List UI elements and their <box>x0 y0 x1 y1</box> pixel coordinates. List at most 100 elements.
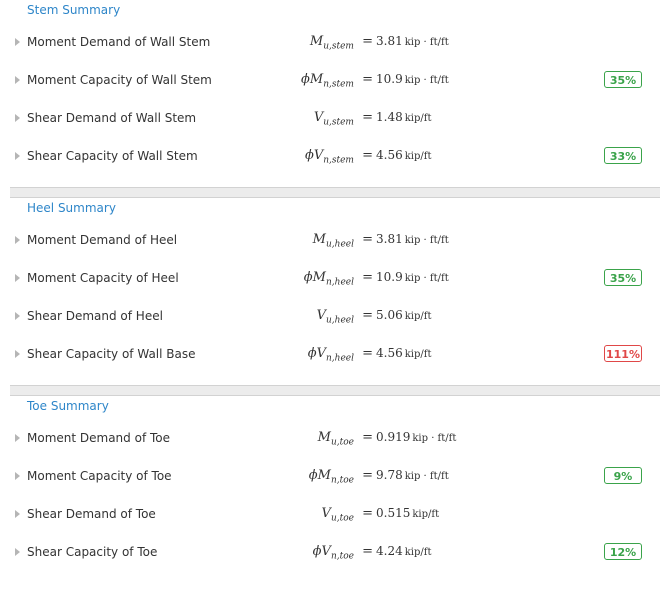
variable-symbol: M <box>317 468 331 483</box>
row-label: Shear Demand of Heel <box>27 309 163 323</box>
summary-row[interactable]: Moment Demand of Heel Mu,heel = 3.81 kip … <box>0 231 662 251</box>
summary-row[interactable]: Shear Capacity of Wall Stem ϕVn,stem = 4… <box>0 147 662 167</box>
section-divider <box>10 187 660 198</box>
summary-row[interactable]: Moment Capacity of Wall Stem ϕMn,stem = … <box>0 71 662 91</box>
stem-summary-section: Stem Summary Moment Demand of Wall Stem … <box>0 0 662 187</box>
row-formula: ϕVn,heel = <box>307 346 373 364</box>
row-value: 0.919 kip · ft/ft <box>376 430 456 444</box>
row-label: Moment Demand of Toe <box>27 431 170 445</box>
chevron-right-icon[interactable] <box>15 350 20 358</box>
chevron-right-icon[interactable] <box>15 76 20 84</box>
value-unit: kip/ft <box>404 547 432 558</box>
value-number: 3.81 <box>376 34 403 48</box>
value-unit: kip · ft/ft <box>404 75 449 86</box>
variable-subscript: n,stem <box>323 155 354 166</box>
variable-symbol: V <box>313 148 324 163</box>
chevron-right-icon[interactable] <box>15 236 20 244</box>
chevron-right-icon[interactable] <box>15 548 20 556</box>
value-unit: kip · ft/ft <box>404 273 449 284</box>
row-label: Moment Demand of Heel <box>27 233 178 247</box>
summary-row[interactable]: Moment Capacity of Toe ϕMn,toe = 9.78 kip… <box>0 467 662 487</box>
summary-row[interactable]: Shear Capacity of Wall Base ϕVn,heel = 4… <box>0 345 662 365</box>
variable-symbol: V <box>316 308 326 323</box>
value-unit: kip · ft/ft <box>404 37 449 48</box>
variable-symbol: M <box>317 430 331 445</box>
value-unit: kip/ft <box>404 151 432 162</box>
toe-summary-section: Toe Summary Moment Demand of Toe Mu,toe … <box>0 396 662 583</box>
row-value: 3.81 kip · ft/ft <box>376 232 449 246</box>
variable-symbol: V <box>321 544 331 559</box>
chevron-right-icon[interactable] <box>15 312 20 320</box>
chevron-right-icon[interactable] <box>15 472 20 480</box>
row-label: Moment Capacity of Heel <box>27 271 179 285</box>
row-label: Moment Capacity of Wall Stem <box>27 73 212 87</box>
value-unit: kip · ft/ft <box>404 471 449 482</box>
chevron-right-icon[interactable] <box>15 434 20 442</box>
summary-row[interactable]: Moment Demand of Toe Mu,toe = 0.919 kip ·… <box>0 429 662 449</box>
summary-row[interactable]: Shear Demand of Toe Vu,toe = 0.515 kip/ft <box>0 505 662 525</box>
phi-symbol: ϕ <box>307 346 317 361</box>
variable-symbol: V <box>321 506 331 521</box>
summary-row[interactable]: Shear Capacity of Toe ϕVn,toe = 4.24 kip/… <box>0 543 662 563</box>
value-number: 4.56 <box>376 346 403 360</box>
variable-symbol: V <box>313 110 324 125</box>
row-value: 10.9 kip · ft/ft <box>376 72 449 86</box>
value-unit: kip/ft <box>412 509 440 520</box>
chevron-right-icon[interactable] <box>15 114 20 122</box>
summary-row[interactable]: Shear Demand of Heel Vu,heel = 5.06 kip/f… <box>0 307 662 327</box>
summary-row[interactable]: Shear Demand of Wall Stem Vu,stem = 1.48… <box>0 109 662 129</box>
chevron-right-icon[interactable] <box>15 510 20 518</box>
summary-row[interactable]: Moment Demand of Wall Stem Mu,stem = 3.8… <box>0 33 662 53</box>
row-formula: ϕMn,toe = <box>308 468 373 486</box>
utilization-badge: 35% <box>604 269 642 286</box>
section-title: Toe Summary <box>27 399 109 413</box>
row-label: Moment Capacity of Toe <box>27 469 172 483</box>
utilization-badge: 111% <box>604 345 642 362</box>
section-title: Heel Summary <box>27 201 116 215</box>
row-label: Shear Capacity of Toe <box>27 545 158 559</box>
utilization-badge: 9% <box>604 467 642 484</box>
variable-symbol: M <box>312 232 326 247</box>
row-label: Shear Demand of Toe <box>27 507 156 521</box>
value-unit: kip · ft/ft <box>412 433 457 444</box>
section-title: Stem Summary <box>27 3 121 17</box>
variable-symbol: M <box>309 72 324 87</box>
value-number: 5.06 <box>376 308 403 322</box>
row-formula: Vu,stem = <box>313 110 373 128</box>
value-number: 3.81 <box>376 232 403 246</box>
chevron-right-icon[interactable] <box>15 274 20 282</box>
variable-subscript: u,heel <box>325 315 354 326</box>
heel-summary-section: Heel Summary Moment Demand of Heel Mu,he… <box>0 198 662 385</box>
value-unit: kip/ft <box>404 113 432 124</box>
chevron-right-icon[interactable] <box>15 38 20 46</box>
value-number: 10.9 <box>376 270 403 284</box>
row-formula: ϕMn,stem = <box>301 72 373 90</box>
variable-subscript: n,toe <box>330 551 354 562</box>
variable-subscript: n,heel <box>325 277 354 288</box>
variable-subscript: u,toe <box>330 437 354 448</box>
variable-subscript: u,stem <box>323 117 354 128</box>
value-number: 0.919 <box>376 430 411 444</box>
phi-symbol: ϕ <box>308 468 318 483</box>
chevron-right-icon[interactable] <box>15 152 20 160</box>
phi-symbol: ϕ <box>312 544 322 559</box>
value-number: 9.78 <box>376 468 403 482</box>
row-value: 5.06 kip/ft <box>376 308 431 322</box>
row-value: 3.81 kip · ft/ft <box>376 34 449 48</box>
phi-symbol: ϕ <box>303 270 313 285</box>
row-value: 4.24 kip/ft <box>376 544 431 558</box>
variable-symbol: M <box>312 270 326 285</box>
variable-subscript: n,heel <box>325 353 354 364</box>
value-number: 0.515 <box>376 506 411 520</box>
row-label: Shear Demand of Wall Stem <box>27 111 197 125</box>
row-value: 4.56 kip/ft <box>376 148 431 162</box>
value-unit: kip · ft/ft <box>404 235 449 246</box>
row-value: 1.48 kip/ft <box>376 110 431 124</box>
summary-row[interactable]: Moment Capacity of Heel ϕMn,heel = 10.9 k… <box>0 269 662 289</box>
row-formula: Vu,heel = <box>316 308 373 326</box>
utilization-badge: 33% <box>604 147 642 164</box>
row-value: 0.515 kip/ft <box>376 506 439 520</box>
variable-symbol: M <box>309 34 324 49</box>
variable-subscript: u,heel <box>325 239 354 250</box>
row-value: 4.56 kip/ft <box>376 346 431 360</box>
